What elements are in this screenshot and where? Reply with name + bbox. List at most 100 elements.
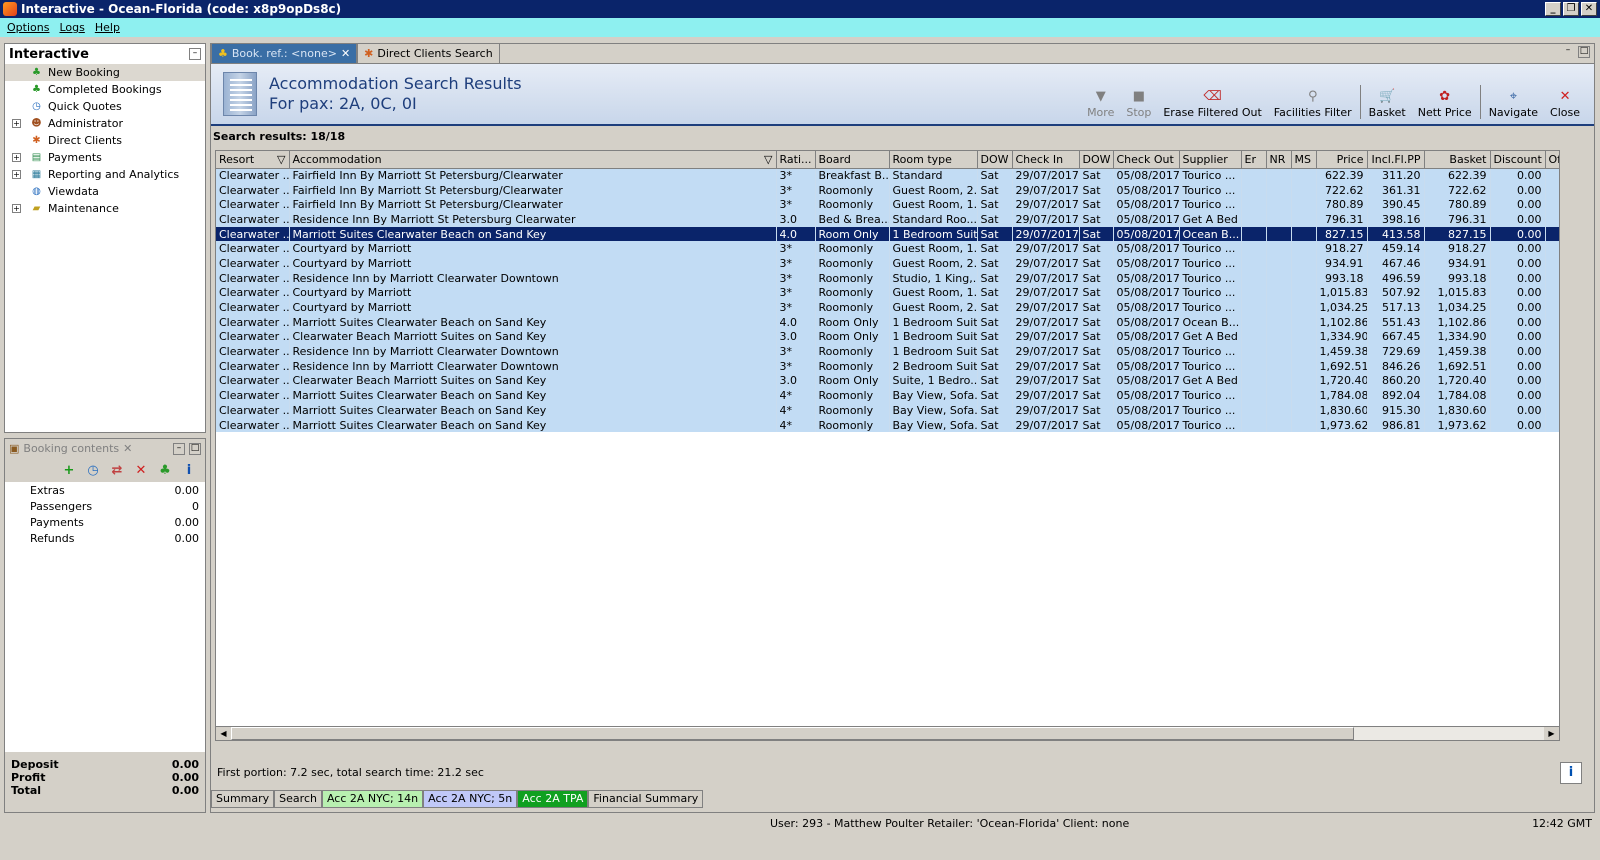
panel-minimize-button[interactable]: – [189, 48, 201, 60]
navigate-button[interactable]: ⌖ Navigate [1483, 88, 1544, 119]
bottom-tab[interactable]: Search [274, 790, 322, 808]
bottom-tab[interactable]: Summary [211, 790, 275, 808]
tab-direct-clients-search[interactable]: ✱ Direct Clients Search [357, 43, 500, 63]
filter-icon[interactable]: ▽ [764, 153, 772, 166]
table-cell: 827.15 [1424, 226, 1491, 242]
column-header[interactable]: NR [1266, 151, 1292, 169]
column-header[interactable]: Incl.Fl.PP [1367, 151, 1425, 169]
scroll-left-icon[interactable]: ◀ [216, 727, 231, 740]
column-header[interactable]: Resort ▽ [216, 151, 290, 169]
table-row[interactable]: Clearwater ... Residence Inn by Marriott … [216, 358, 1559, 374]
erase-filtered-out-button[interactable]: ⌫ Erase Filtered Out [1157, 88, 1267, 119]
basket-button[interactable]: 🛒 Basket [1363, 88, 1412, 119]
stop-button[interactable]: ■ Stop [1120, 88, 1157, 119]
menu-help[interactable]: Help [90, 21, 125, 34]
clock-icon[interactable]: ◷ [85, 462, 101, 478]
table-cell: Tourico ... [1179, 256, 1242, 271]
horizontal-scrollbar[interactable]: ◀ ▶ [215, 726, 1560, 741]
bottom-tab[interactable]: Acc 2A NYC; 5n [423, 790, 518, 808]
tree-item-payments[interactable]: + ▤ Payments [5, 149, 205, 166]
nett-price-button[interactable]: ✿ Nett Price [1412, 88, 1478, 119]
table-row[interactable]: Clearwater ... Marriott Suites Clearwater… [216, 403, 1559, 418]
panel-minimize-button[interactable]: – [173, 442, 185, 455]
column-header[interactable]: DOW [977, 151, 1013, 169]
minimize-button[interactable]: _ [1545, 2, 1561, 16]
tab-maximize-button[interactable]: □ [1578, 46, 1590, 58]
close-tab-icon[interactable]: ✕ [123, 442, 132, 455]
palm-tree-icon[interactable]: ♣ [157, 462, 173, 478]
column-header[interactable]: Board [815, 151, 890, 169]
column-header[interactable]: MS [1291, 151, 1317, 169]
tree-item-maintenance[interactable]: + ▰ Maintenance [5, 200, 205, 217]
tree-item-new-booking[interactable]: ♣ New Booking [5, 64, 205, 81]
expand-icon[interactable]: + [12, 204, 21, 213]
expand-icon[interactable]: + [12, 170, 21, 179]
panel-maximize-button[interactable]: □ [189, 442, 201, 455]
column-header[interactable]: Check In [1012, 151, 1080, 169]
table-row[interactable]: Clearwater ... Courtyard by Marriott 3* Roo… [216, 256, 1559, 271]
table-cell: 29/07/2017 [1012, 168, 1080, 183]
table-row[interactable]: Clearwater ... Fairfield Inn By Marriott … [216, 182, 1559, 198]
close-tab-icon[interactable]: ✕ [341, 47, 350, 60]
tree-item-reporting-and-analytics[interactable]: + ▦ Reporting and Analytics [5, 166, 205, 183]
transfer-icon[interactable]: ⇄ [109, 462, 125, 478]
column-header[interactable]: Discount [1490, 151, 1546, 169]
table-row[interactable]: Clearwater ... Marriott Suites Clearwater… [216, 226, 1559, 242]
table-row[interactable]: Clearwater ... Marriott Suites Clearwater… [216, 417, 1559, 433]
table-cell: Tourico ... [1179, 417, 1242, 433]
bottom-tab[interactable]: Acc 2A NYC; 14n [321, 790, 424, 808]
maximize-button[interactable]: ❐ [1563, 2, 1579, 16]
column-header[interactable]: Accommodation ▽ [289, 151, 777, 169]
column-header[interactable]: DOW [1079, 151, 1114, 169]
menu-options[interactable]: Options [2, 21, 54, 34]
table-row[interactable]: Clearwater ... Courtyard by Marriott 3* Roo… [216, 241, 1559, 257]
menu-logs[interactable]: Logs [54, 21, 89, 34]
table-cell: 1,720.40 [1424, 373, 1491, 389]
scrollbar-thumb[interactable] [231, 727, 1354, 740]
table-row[interactable]: Clearwater ... Clearwater Beach Marriott … [216, 373, 1559, 389]
column-header[interactable]: Check Out [1113, 151, 1180, 169]
filter-icon[interactable]: ▽ [277, 153, 285, 166]
table-row[interactable]: Clearwater ... Residence Inn by Marriott … [216, 270, 1559, 286]
tree-item-completed-bookings[interactable]: ♣ Completed Bookings [5, 81, 205, 98]
tree-item-administrator[interactable]: + ☻ Administrator [5, 115, 205, 132]
bottom-tab[interactable]: Acc 2A TPA [517, 790, 589, 808]
column-header[interactable]: Supplier [1179, 151, 1242, 169]
toolbar-separator [1359, 85, 1361, 119]
table-row[interactable]: Clearwater ... Marriott Suites Clearwater… [216, 388, 1559, 403]
column-header[interactable]: Price [1316, 151, 1368, 169]
more-button[interactable]: ▼ More [1081, 88, 1120, 119]
bottom-tab[interactable]: Financial Summary [588, 790, 704, 808]
table-row[interactable]: Clearwater ... Fairfield Inn By Marriott … [216, 168, 1559, 183]
column-header[interactable]: Basket [1424, 151, 1491, 169]
table-row[interactable]: Clearwater ... Residence Inn by Marriott … [216, 344, 1559, 359]
expand-icon[interactable]: + [12, 153, 21, 162]
info-icon[interactable]: i [181, 462, 197, 478]
info-button[interactable]: i [1560, 762, 1582, 784]
table-row[interactable]: Clearwater ... Marriott Suites Clearwater… [216, 314, 1559, 330]
close-window-button[interactable]: ✕ [1581, 2, 1597, 16]
table-row[interactable]: Clearwater ... Clearwater Beach Marriott … [216, 329, 1559, 345]
close-button[interactable]: ✕ Close [1544, 88, 1586, 119]
tree-item-quick-quotes[interactable]: ◷ Quick Quotes [5, 98, 205, 115]
delete-icon[interactable]: ✕ [133, 462, 149, 478]
column-header[interactable]: Er [1241, 151, 1267, 169]
facilities-filter-button[interactable]: ⚲ Facilities Filter [1268, 88, 1358, 119]
table-row[interactable]: Clearwater ... Courtyard by Marriott 3* Roo… [216, 300, 1559, 315]
table-row[interactable]: Clearwater ... Residence Inn By Marriott … [216, 212, 1559, 227]
table-cell [1241, 226, 1267, 242]
tree-item-direct-clients[interactable]: ✱ Direct Clients [5, 132, 205, 149]
add-icon[interactable]: + [61, 462, 77, 478]
tree-item-viewdata[interactable]: ◍ Viewdata [5, 183, 205, 200]
table-row[interactable]: Clearwater ... Fairfield Inn By Marriott … [216, 197, 1559, 213]
table-row[interactable]: Clearwater ... Courtyard by Marriott 3* Roo… [216, 285, 1559, 301]
column-header[interactable]: Of [1545, 151, 1559, 169]
tab-minimize-button[interactable]: – [1562, 46, 1574, 58]
column-header[interactable]: Rati... [776, 151, 816, 169]
tab-booking-ref[interactable]: ♣ Book. ref.: <none> ✕ [211, 43, 358, 63]
scroll-right-icon[interactable]: ▶ [1544, 727, 1559, 740]
booking-contents-tab[interactable]: ▣ Booking contents ✕ [9, 442, 132, 455]
column-header[interactable]: Room type [889, 151, 978, 169]
table-cell [1241, 285, 1267, 301]
expand-icon[interactable]: + [12, 119, 21, 128]
